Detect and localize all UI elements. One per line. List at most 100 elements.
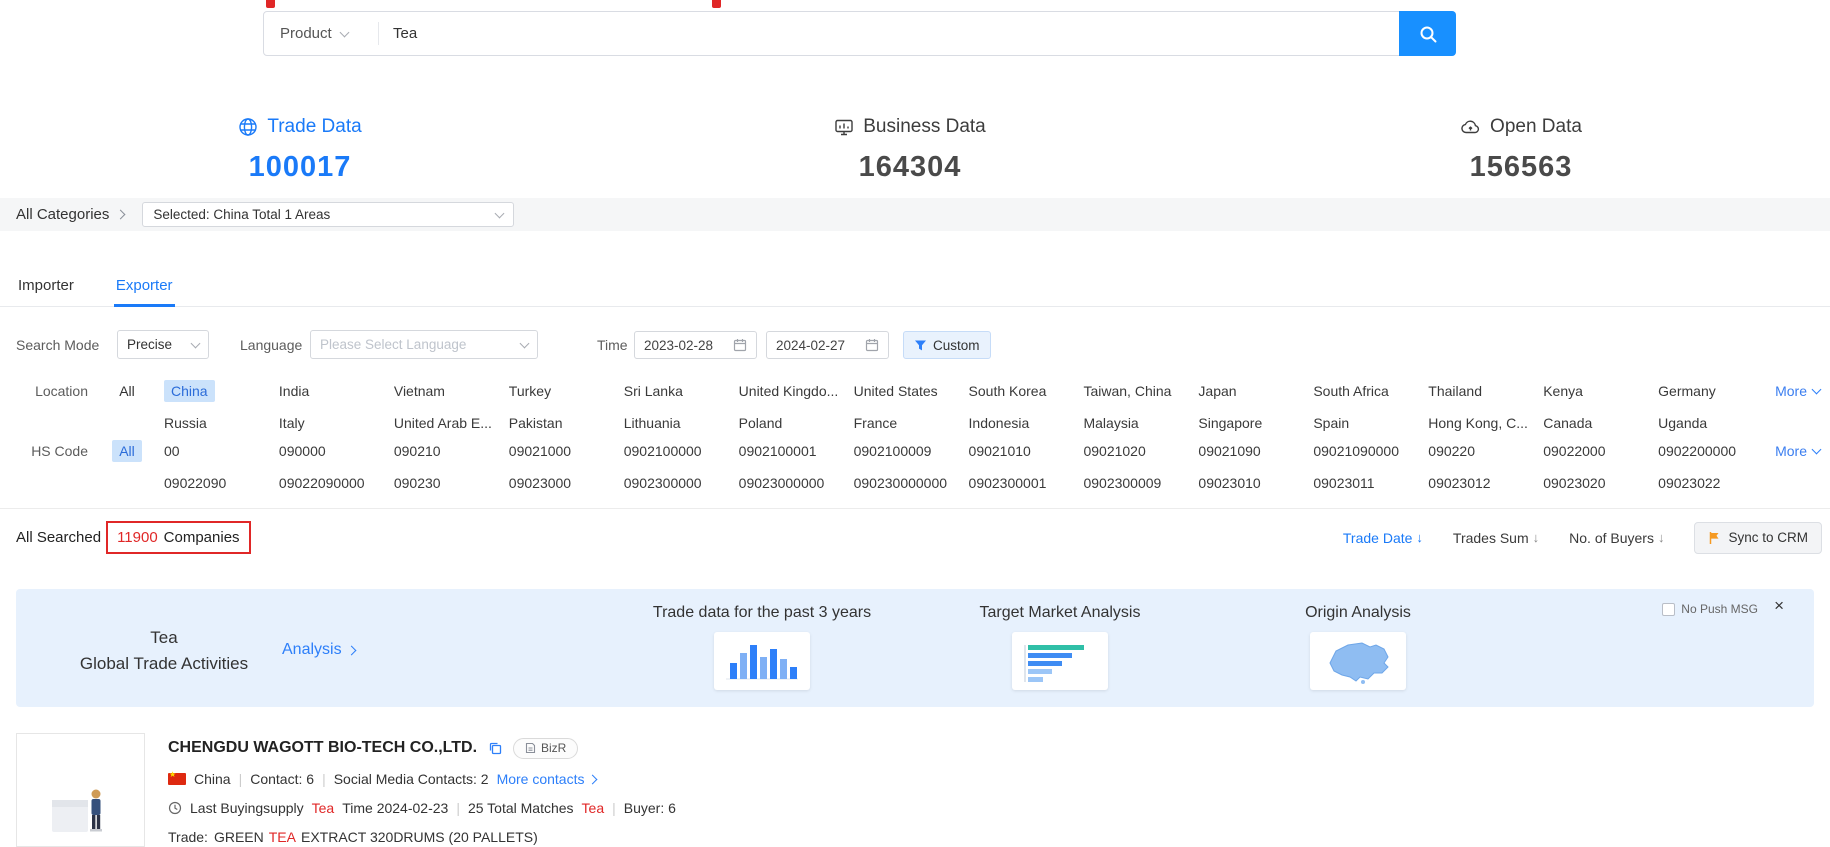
location-option[interactable]: Singapore: [1198, 412, 1309, 434]
hs-code-option[interactable]: 09023011: [1313, 472, 1424, 494]
location-option[interactable]: Turkey: [509, 380, 620, 402]
location-options: China IndiaVietnamTurkeySri LankaUnited K…: [164, 380, 1769, 434]
hs-code-option[interactable]: 090230000000: [854, 472, 965, 494]
sync-to-crm-button[interactable]: Sync to CRM: [1694, 522, 1822, 554]
hs-code-option[interactable]: 09022090: [164, 472, 275, 494]
location-option[interactable]: South Korea: [969, 380, 1080, 402]
location-option[interactable]: South Africa: [1313, 380, 1424, 402]
feature-caption: Origin Analysis: [1228, 604, 1488, 622]
no-push-checkbox[interactable]: [1662, 603, 1675, 616]
feature-trade-data-3-years[interactable]: Trade data for the past 3 years: [632, 604, 892, 690]
hs-code-all-option[interactable]: All: [112, 440, 142, 462]
bizr-label: BizR: [541, 741, 566, 755]
location-option[interactable]: China: [164, 380, 215, 402]
location-option[interactable]: India: [279, 380, 390, 402]
company-name[interactable]: CHENGDU WAGOTT BIO-TECH CO.,LTD.: [168, 739, 477, 757]
location-option[interactable]: Russia: [164, 412, 275, 434]
search-input[interactable]: [379, 12, 1399, 55]
location-option[interactable]: Germany: [1658, 380, 1769, 402]
feature-origin-analysis[interactable]: Origin Analysis: [1228, 604, 1488, 690]
search-button[interactable]: [1399, 11, 1456, 56]
china-map-icon: [1318, 637, 1398, 685]
location-option[interactable]: Indonesia: [969, 412, 1080, 434]
location-option[interactable]: Italy: [279, 412, 390, 434]
hs-code-option[interactable]: 0902300009: [1083, 472, 1194, 494]
separator: |: [322, 771, 326, 787]
stat-business-data[interactable]: Business Data 164304: [770, 116, 1050, 184]
hs-code-option[interactable]: 0902100001: [739, 440, 850, 462]
hs-code-option[interactable]: 090000: [279, 440, 390, 462]
all-categories-link[interactable]: All Categories: [16, 206, 124, 223]
hs-code-option[interactable]: 09021090000: [1313, 440, 1424, 462]
chevron-down-icon: [339, 27, 349, 37]
time-label: Time: [597, 330, 628, 360]
bizr-badge[interactable]: BizR: [513, 738, 578, 759]
location-option[interactable]: Vietnam: [394, 380, 505, 402]
location-all-option[interactable]: All: [112, 380, 142, 402]
language-select[interactable]: Please Select Language: [310, 330, 538, 359]
location-option[interactable]: United States: [854, 380, 965, 402]
hs-code-option[interactable]: 09022000: [1543, 440, 1654, 462]
hs-code-option[interactable]: 09022090000: [279, 472, 390, 494]
hs-code-option[interactable]: 0902300001: [969, 472, 1080, 494]
tab-importer[interactable]: Importer: [16, 277, 76, 306]
hs-code-option[interactable]: 09023022: [1658, 472, 1769, 494]
hs-code-option[interactable]: 09023020: [1543, 472, 1654, 494]
location-option[interactable]: Taiwan, China: [1083, 380, 1194, 402]
custom-time-button[interactable]: Custom: [903, 331, 991, 359]
feature-target-market-analysis[interactable]: Target Market Analysis: [930, 604, 1190, 690]
tab-exporter[interactable]: Exporter: [114, 277, 175, 306]
location-option[interactable]: Spain: [1313, 412, 1424, 434]
hs-code-option[interactable]: 0902100009: [854, 440, 965, 462]
hs-code-option[interactable]: 09023000000: [739, 472, 850, 494]
company-thumbnail[interactable]: [16, 733, 145, 847]
sort-trades-sum[interactable]: Trades Sum ↓: [1453, 530, 1539, 546]
location-option[interactable]: Thailand: [1428, 380, 1539, 402]
sort-trade-date[interactable]: Trade Date ↓: [1343, 530, 1423, 546]
location-more-link[interactable]: More: [1775, 380, 1820, 402]
hs-code-more-link[interactable]: More: [1775, 440, 1820, 462]
location-option[interactable]: Pakistan: [509, 412, 620, 434]
analysis-link[interactable]: Analysis: [282, 641, 355, 659]
hs-code-option[interactable]: 0902200000: [1658, 440, 1769, 462]
chevron-right-icon: [346, 645, 356, 655]
hs-code-option[interactable]: 090230: [394, 472, 505, 494]
stat-open-data[interactable]: Open Data 156563: [1381, 116, 1661, 184]
hs-code-option[interactable]: 09021010: [969, 440, 1080, 462]
hs-code-option[interactable]: 0902300000: [624, 472, 735, 494]
date-from-input[interactable]: 2023-02-28: [634, 331, 757, 359]
copy-icon[interactable]: [488, 741, 502, 755]
location-option[interactable]: Uganda: [1658, 412, 1769, 434]
location-option[interactable]: Hong Kong, C...: [1428, 412, 1539, 434]
more-contacts-link[interactable]: More contacts: [497, 771, 596, 787]
hs-code-option[interactable]: 09021020: [1083, 440, 1194, 462]
hs-code-option[interactable]: 00: [164, 440, 275, 462]
location-option[interactable]: Japan: [1198, 380, 1309, 402]
search-mode-select[interactable]: Precise: [117, 330, 209, 359]
location-option[interactable]: Kenya: [1543, 380, 1654, 402]
location-option[interactable]: United Arab E...: [394, 412, 505, 434]
stat-trade-data[interactable]: Trade Data 100017: [160, 116, 440, 184]
close-icon[interactable]: ×: [1774, 597, 1784, 614]
location-option[interactable]: Canada: [1543, 412, 1654, 434]
search-category-dropdown[interactable]: Product: [264, 12, 378, 55]
stat-label: Open Data: [1490, 116, 1582, 138]
last-supply-time: Time 2024-02-23: [342, 800, 448, 816]
hs-code-option[interactable]: 090220: [1428, 440, 1539, 462]
hs-code-option[interactable]: 0902100000: [624, 440, 735, 462]
sort-no-of-buyers[interactable]: No. of Buyers ↓: [1569, 530, 1664, 546]
hs-code-option[interactable]: 09023012: [1428, 472, 1539, 494]
date-to-input[interactable]: 2024-02-27: [766, 331, 889, 359]
hs-code-option[interactable]: 09021090: [1198, 440, 1309, 462]
hs-code-option[interactable]: 090210: [394, 440, 505, 462]
hs-code-option[interactable]: 09021000: [509, 440, 620, 462]
location-option[interactable]: United Kingdo...: [739, 380, 850, 402]
location-option[interactable]: France: [854, 412, 965, 434]
selected-areas-dropdown[interactable]: Selected: China Total 1 Areas: [142, 202, 514, 227]
location-option[interactable]: Poland: [739, 412, 850, 434]
location-option[interactable]: Lithuania: [624, 412, 735, 434]
hs-code-option[interactable]: 09023000: [509, 472, 620, 494]
location-option[interactable]: Sri Lanka: [624, 380, 735, 402]
location-option[interactable]: Malaysia: [1083, 412, 1194, 434]
hs-code-option[interactable]: 09023010: [1198, 472, 1309, 494]
